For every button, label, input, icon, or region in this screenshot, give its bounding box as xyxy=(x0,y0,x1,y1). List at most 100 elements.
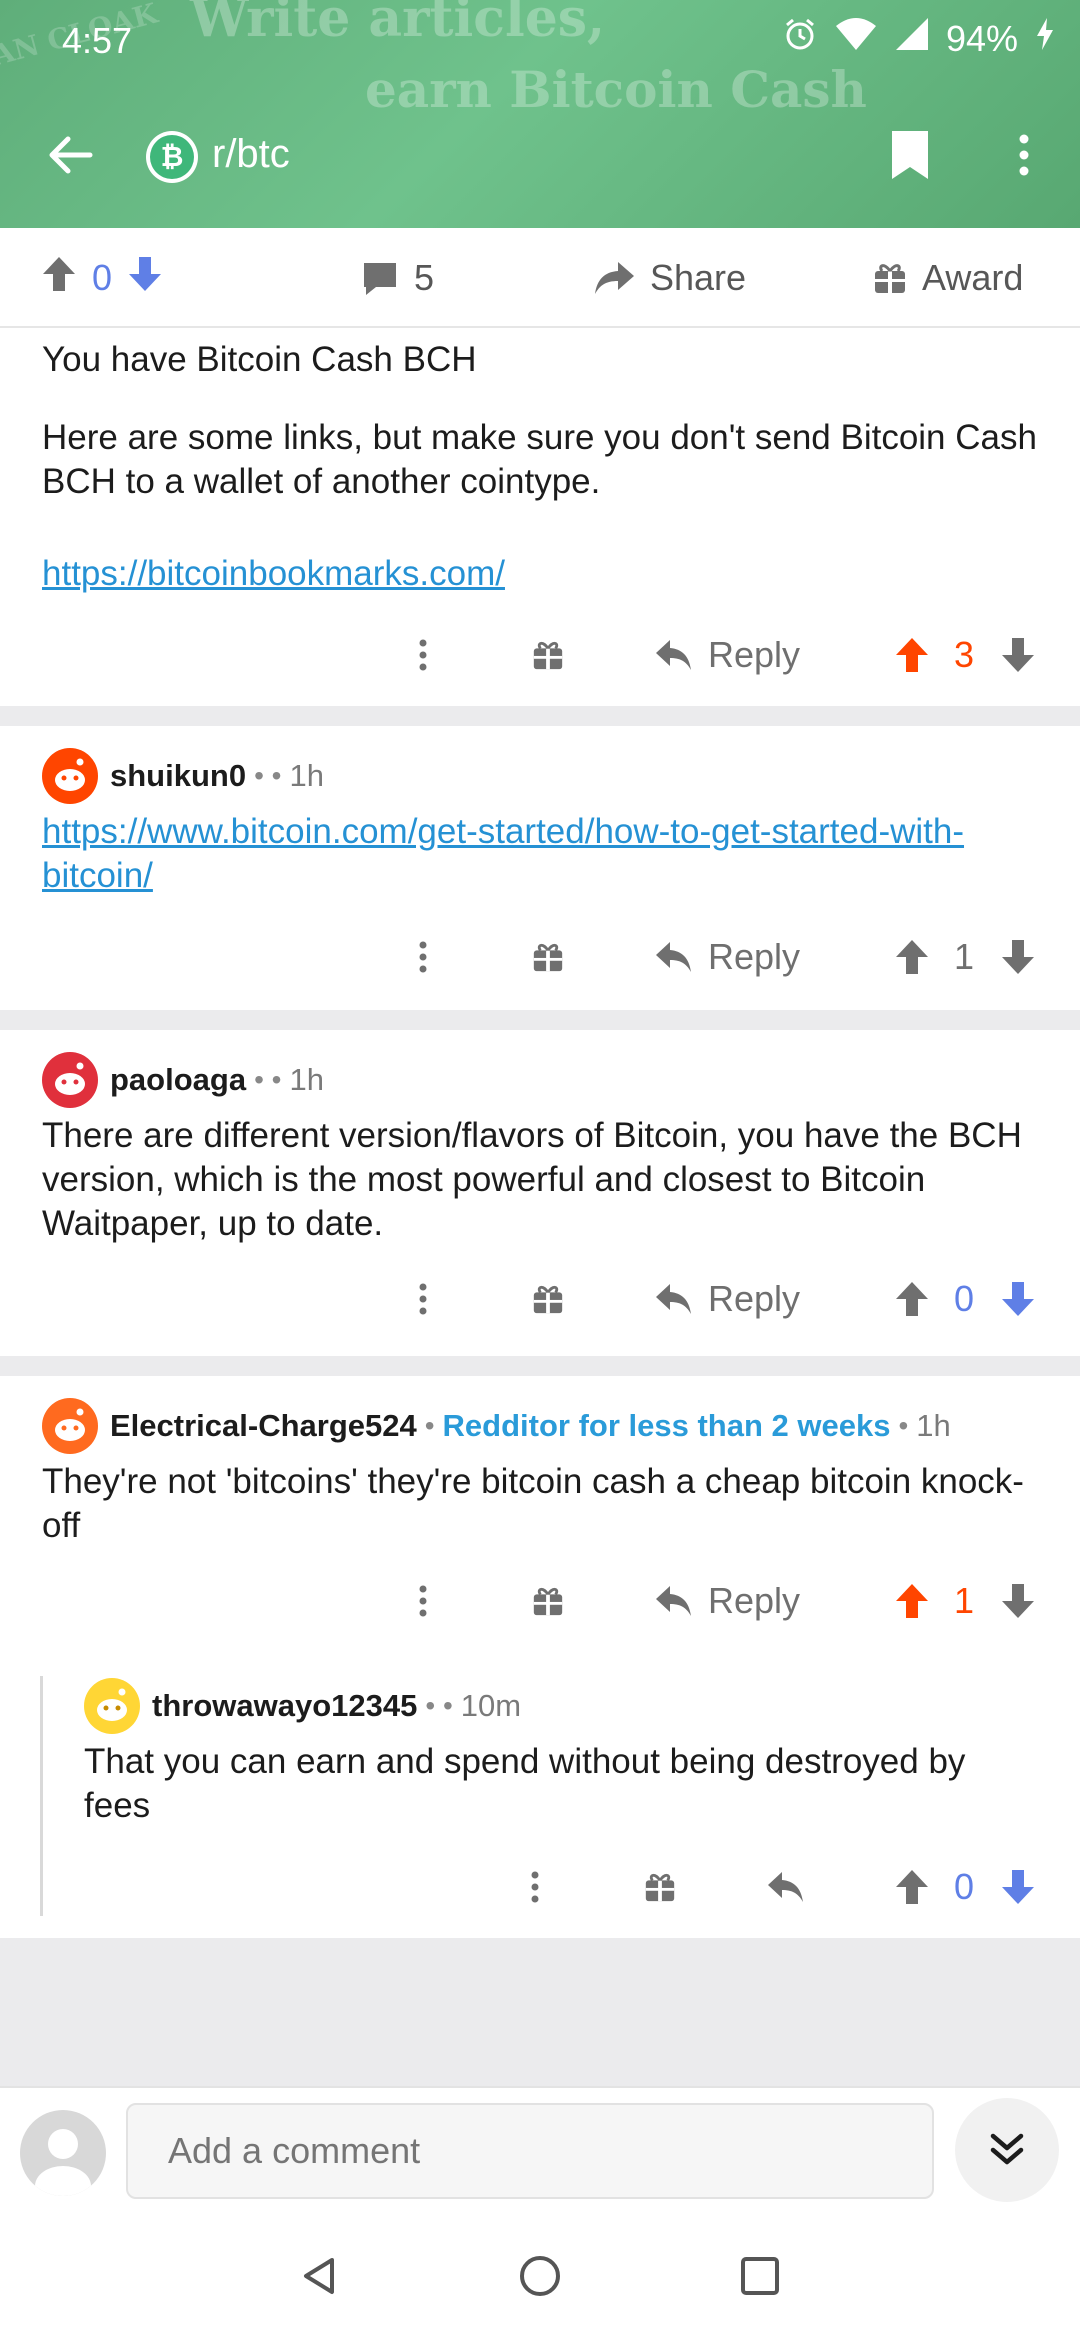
reply-button[interactable]: Reply xyxy=(654,620,800,690)
arrow-down-icon xyxy=(1002,1282,1034,1316)
comment-more-button[interactable] xyxy=(408,922,438,992)
comment-upvote-button[interactable] xyxy=(890,620,934,690)
comment-downvote-button[interactable] xyxy=(996,1264,1040,1334)
nav-recents-button[interactable] xyxy=(730,2246,790,2306)
separator-dot: • xyxy=(898,1410,909,1441)
arrow-up-icon xyxy=(896,1584,928,1618)
charging-icon xyxy=(1034,16,1056,61)
comment-text: Here are some links, but make sure you d… xyxy=(42,418,1037,501)
status-bar: 4:57 94% xyxy=(0,0,1080,80)
arrow-up-icon xyxy=(896,1282,928,1316)
award-button[interactable]: Award xyxy=(872,228,1023,328)
award-label: Award xyxy=(922,257,1024,298)
comment-text: That you can earn and spend without bein… xyxy=(84,1742,966,1825)
post-action-bar: 0 5 Share Award xyxy=(0,228,1080,328)
comment-downvote-button[interactable] xyxy=(996,620,1040,690)
comment-bubble-icon xyxy=(364,263,396,295)
comment-downvote-button[interactable] xyxy=(996,1852,1040,1922)
bookmark-icon xyxy=(892,131,928,179)
comment-composer xyxy=(0,2086,1080,2216)
comment-score: 1 xyxy=(953,936,975,977)
reply-arrow-icon xyxy=(656,1586,691,1616)
reply-button[interactable]: Reply xyxy=(654,1566,800,1636)
comment-more-button[interactable] xyxy=(408,1566,438,1636)
vertical-dots-icon xyxy=(419,1585,427,1617)
comment-downvote-button[interactable] xyxy=(996,922,1040,992)
square-recents-icon xyxy=(741,2257,779,2295)
user-flair: Redditor for less than 2 weeks xyxy=(442,1408,891,1443)
reply-button[interactable]: Reply xyxy=(654,922,800,992)
bookmark-button[interactable] xyxy=(880,125,940,185)
comment-meta: throwawayo12345 • • 10m xyxy=(84,1676,521,1736)
comment-upvote-button[interactable] xyxy=(890,1264,934,1334)
comment-text: You have Bitcoin Cash BCH xyxy=(42,340,477,379)
gift-icon xyxy=(533,1285,563,1314)
comment-more-button[interactable] xyxy=(408,1264,438,1334)
avatar[interactable] xyxy=(42,1052,98,1108)
comments-count-button[interactable]: 5 xyxy=(360,228,434,328)
system-nav-bar xyxy=(0,2216,1080,2340)
arrow-left-icon xyxy=(49,136,93,174)
comment-more-button[interactable] xyxy=(408,620,438,690)
bitcoin-icon: ₿ xyxy=(150,135,194,179)
snoo-avatar-icon xyxy=(55,1408,85,1441)
back-button[interactable] xyxy=(40,125,100,185)
reply-arrow-icon xyxy=(656,640,691,670)
comment-link[interactable]: https://bitcoinbookmarks.com/ xyxy=(42,552,1040,596)
share-label: Share xyxy=(650,257,747,298)
comment-award-button[interactable] xyxy=(528,620,568,690)
comment-upvote-button[interactable] xyxy=(890,1852,934,1922)
comment-downvote-button[interactable] xyxy=(996,1566,1040,1636)
vertical-dots-icon xyxy=(419,639,427,671)
comment-card: paoloaga • • 1h There are different vers… xyxy=(0,1030,1080,1356)
gift-icon xyxy=(533,943,563,972)
reply-arrow-icon xyxy=(768,1872,803,1902)
downvote-button[interactable] xyxy=(126,254,164,303)
share-arrow-icon xyxy=(595,262,634,294)
comment-award-button[interactable] xyxy=(640,1852,680,1922)
comment-link[interactable]: https://www.bitcoin.com/get-started/how-… xyxy=(42,810,1040,898)
add-comment-input[interactable] xyxy=(126,2103,934,2199)
avatar[interactable] xyxy=(42,748,98,804)
separator-dot: • • xyxy=(254,1064,282,1095)
comment-username[interactable]: throwawayo12345 xyxy=(152,1688,417,1724)
reply-arrow-icon xyxy=(656,1284,691,1314)
comment-divider xyxy=(0,706,1080,726)
comment-award-button[interactable] xyxy=(528,1264,568,1334)
comment-more-button[interactable] xyxy=(520,1852,550,1922)
comment-upvote-button[interactable] xyxy=(890,1566,934,1636)
arrow-up-icon xyxy=(43,256,75,291)
share-button[interactable]: Share xyxy=(592,228,746,328)
subreddit-name[interactable]: r/btc xyxy=(212,132,290,177)
comment-username[interactable]: Electrical-Charge524 xyxy=(110,1408,417,1444)
more-options-button[interactable] xyxy=(1000,125,1048,185)
reply-button[interactable] xyxy=(766,1852,806,1922)
comment-card: shuikun0 • • 1h https://www.bitcoin.com/… xyxy=(0,726,1080,1010)
user-avatar[interactable] xyxy=(20,2110,106,2196)
comment-username[interactable]: paoloaga xyxy=(110,1062,246,1098)
nav-home-button[interactable] xyxy=(510,2246,570,2306)
collapse-comments-button[interactable] xyxy=(955,2098,1059,2202)
double-chevron-down-icon xyxy=(990,2133,1024,2165)
comment-divider xyxy=(0,1356,1080,1376)
avatar[interactable] xyxy=(42,1398,98,1454)
reply-button[interactable]: Reply xyxy=(654,1264,800,1334)
comment-username[interactable]: shuikun0 xyxy=(110,758,246,794)
comment-award-button[interactable] xyxy=(528,922,568,992)
comment-card: You have Bitcoin Cash BCH Here are some … xyxy=(0,330,1080,704)
comment-upvote-button[interactable] xyxy=(890,922,934,992)
nav-back-button[interactable] xyxy=(290,2246,350,2306)
comment-divider xyxy=(0,1010,1080,1030)
separator-dot: • • xyxy=(425,1690,453,1721)
battery-percent: 94% xyxy=(945,17,1018,59)
upvote-button[interactable] xyxy=(40,254,78,303)
subreddit-icon[interactable]: ₿ xyxy=(146,131,198,183)
arrow-down-icon xyxy=(129,256,162,291)
post-vote: 0 xyxy=(40,228,164,328)
comment-award-button[interactable] xyxy=(528,1566,568,1636)
app-bar: ₿ r/btc xyxy=(0,110,1080,200)
reply-label: Reply xyxy=(708,1278,801,1319)
avatar[interactable] xyxy=(84,1678,140,1734)
post-score: 0 xyxy=(92,257,113,298)
comment-actions: Reply 1 xyxy=(0,922,1080,992)
